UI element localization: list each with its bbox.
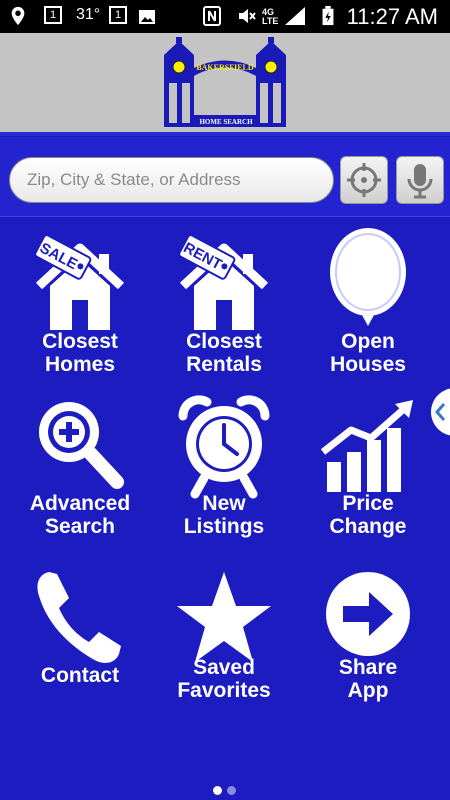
logo-text-top: BAKERSFIELD: [196, 63, 254, 72]
status-bar: 1 31° 1 4G LTE 11:27 AM: [0, 0, 450, 33]
tile-label-line: Closest: [186, 330, 262, 353]
chevron-left-icon: [435, 403, 446, 421]
tile-label-line: Saved: [193, 656, 255, 679]
contact-button[interactable]: Contact: [10, 558, 150, 728]
menu-grid: SALE Closest Homes RENT Closest Rentals: [0, 218, 450, 788]
logo-text-bottom: HOME SEARCH: [199, 118, 253, 126]
tile-label-line: Closest: [42, 330, 118, 353]
share-app-button[interactable]: Share App: [298, 558, 438, 728]
calendar-icon: 1: [109, 6, 127, 24]
rising-chart-icon: [320, 400, 413, 492]
saved-favorites-button[interactable]: Saved Favorites: [154, 558, 294, 728]
magnifier-plus-icon: [39, 402, 124, 489]
tile-label-line: Listings: [183, 515, 265, 538]
microphone-icon: [407, 164, 433, 199]
tile-label-line: Contact: [40, 664, 120, 687]
page-indicator: [0, 783, 450, 797]
tile-label-line: Change: [329, 515, 407, 538]
tile-label-line: App: [347, 679, 389, 702]
calendar-icon: 1: [44, 6, 62, 24]
tile-label-line: Houses: [330, 353, 406, 376]
crosshair-icon: [347, 163, 381, 197]
sale-house-icon: SALE: [34, 234, 125, 330]
new-listings-button[interactable]: New Listings: [154, 386, 294, 556]
advanced-search-button[interactable]: Advanced Search: [10, 386, 150, 556]
locate-button[interactable]: [340, 156, 388, 204]
closest-rentals-button[interactable]: RENT Closest Rentals: [154, 218, 294, 388]
balloon-icon: [330, 228, 406, 326]
tile-label-line: New: [202, 492, 246, 515]
phone-icon: [37, 572, 121, 663]
price-change-button[interactable]: Price Change: [298, 386, 438, 556]
nfc-icon: [203, 6, 221, 26]
bakersfield-logo: BAKERSFIELD HOME SEARCH: [164, 37, 286, 127]
tile-label-line: Open: [341, 330, 395, 353]
network-type-text: 4G LTE: [262, 7, 279, 26]
rent-house-icon: RENT: [178, 234, 269, 330]
tile-label-line: Price: [342, 492, 394, 515]
clock-text: 11:27 AM: [346, 4, 438, 29]
tile-label-line: Share: [338, 656, 398, 679]
voice-search-button[interactable]: [396, 156, 444, 204]
tile-label-line: Rentals: [186, 353, 262, 376]
tile-label-line: Favorites: [177, 679, 271, 702]
app-header: BAKERSFIELD HOME SEARCH: [0, 33, 450, 136]
temperature-text: 31°: [76, 6, 101, 23]
alarm-clock-icon: [178, 395, 270, 499]
tile-label-line: Homes: [44, 353, 116, 376]
open-houses-button[interactable]: Open Houses: [298, 218, 438, 388]
signal-icon: [285, 7, 305, 25]
search-input[interactable]: [9, 157, 334, 203]
gallery-icon: [139, 10, 155, 24]
search-bar: [0, 137, 450, 217]
closest-homes-button[interactable]: SALE Closest Homes: [10, 218, 150, 388]
location-icon: [11, 6, 25, 26]
tile-label-line: Search: [44, 515, 116, 538]
drawer-handle[interactable]: [431, 388, 450, 436]
mute-icon: [239, 9, 256, 23]
page-dot-active[interactable]: [213, 786, 222, 795]
page-dot[interactable]: [227, 786, 236, 795]
battery-icon: [322, 6, 334, 26]
tile-label-line: Advanced: [29, 492, 131, 515]
